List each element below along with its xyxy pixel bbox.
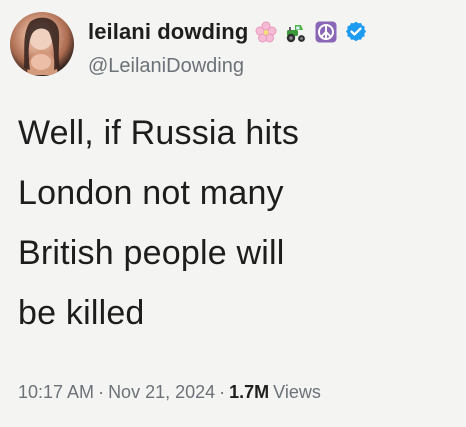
author-name-row[interactable]: leilani dowding xyxy=(88,18,368,46)
tweet-date[interactable]: Nov 21, 2024 xyxy=(108,382,215,403)
cherry-blossom-icon xyxy=(254,20,278,44)
author-handle[interactable]: @LeilaniDowding xyxy=(88,55,244,78)
tweet-text-line: be killed xyxy=(18,294,145,332)
tweet-text-line: London not many xyxy=(18,174,284,212)
tweet-text-line: British people will xyxy=(18,234,285,272)
tweet-text-line: Well, if Russia hits xyxy=(18,114,300,152)
display-name[interactable]: leilani dowding xyxy=(88,19,248,45)
meta-separator: · xyxy=(98,382,105,402)
profile-avatar[interactable] xyxy=(10,12,74,76)
avatar-image xyxy=(24,17,60,75)
peace-symbol-icon xyxy=(314,20,338,44)
tractor-icon xyxy=(284,20,308,44)
tweet-time[interactable]: 10:17 AM xyxy=(18,382,94,403)
verified-badge-icon[interactable] xyxy=(344,20,368,44)
views-count[interactable]: 1.7M xyxy=(229,382,269,403)
views-label[interactable]: Views xyxy=(273,382,321,403)
tweet-card: leilani dowding @LeilaniDowding Well, if… xyxy=(0,0,466,427)
tweet-text: Well, if Russia hits London not many Bri… xyxy=(18,103,448,343)
meta-separator: · xyxy=(219,382,226,402)
tweet-meta: 10:17 AM · Nov 21, 2024 · 1.7M Views xyxy=(18,382,321,403)
